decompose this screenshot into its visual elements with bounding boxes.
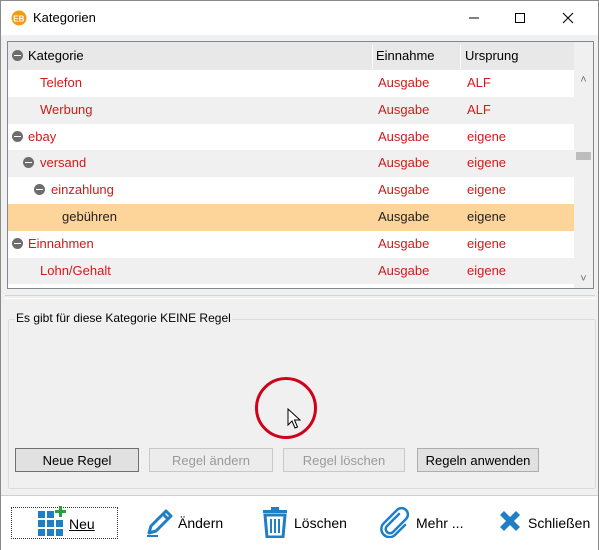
window-title: Kategorien xyxy=(33,10,96,25)
category-name: versand xyxy=(40,155,87,171)
more-button-label: Mehr ... xyxy=(416,515,464,531)
splitter[interactable] xyxy=(5,295,595,299)
pencil-icon xyxy=(147,509,173,537)
category-name: Telefon xyxy=(40,75,82,90)
category-name: Lohn/Gehalt xyxy=(40,262,111,278)
column-header-ursprung[interactable]: Ursprung xyxy=(465,42,518,70)
trash-icon xyxy=(263,507,287,538)
origin-cell: eigene xyxy=(467,182,507,198)
svg-text:EB: EB xyxy=(13,15,24,24)
type-cell: Ausgabe xyxy=(378,101,430,117)
collapse-icon[interactable] xyxy=(12,237,23,249)
scroll-thumb[interactable] xyxy=(576,152,591,160)
category-tree[interactable]: Kategorie Einnahme Ursprung Telefon Ausg… xyxy=(7,41,594,289)
type-cell: Ausgabe xyxy=(378,155,430,171)
close-x-icon xyxy=(500,511,520,531)
type-cell: Ausgabe xyxy=(378,235,430,251)
title-bar[interactable]: EB Kategorien xyxy=(1,1,598,35)
kategorien-window: EB Kategorien Kategorie Einnahme Ursprun… xyxy=(0,0,599,550)
edit-button-label: Ändern xyxy=(178,515,224,531)
category-name: gebühren xyxy=(62,208,117,224)
scroll-down-icon[interactable]: ˅ xyxy=(574,270,593,288)
vertical-scrollbar[interactable]: ˄ ˅ xyxy=(574,42,593,288)
origin-cell: ALF xyxy=(467,75,491,90)
minimize-icon xyxy=(469,17,479,19)
tree-row[interactable]: Lohn/Gehalt Ausgabe eigene xyxy=(8,257,574,285)
delete-button[interactable]: Löschen xyxy=(261,506,356,540)
close-button[interactable] xyxy=(545,1,591,35)
tree-row[interactable]: einzahlung Ausgabe eigene xyxy=(8,177,574,204)
tree-row[interactable]: Telefon Ausgabe ALF xyxy=(8,70,574,97)
rules-group-label: Es gibt für diese Kategorie KEINE Regel xyxy=(15,311,232,325)
type-cell: Ausgabe xyxy=(378,75,430,90)
type-cell: Ausgabe xyxy=(378,128,430,144)
scroll-up-icon[interactable]: ˄ xyxy=(574,71,593,89)
close-dialog-label: Schließen xyxy=(528,515,591,531)
new-button[interactable]: Neu xyxy=(11,506,118,539)
column-header-kategorie[interactable]: Kategorie xyxy=(28,42,84,70)
more-button[interactable]: Mehr ... xyxy=(379,506,474,540)
eb-logo-icon: EB xyxy=(11,10,27,26)
collapse-icon[interactable] xyxy=(23,157,34,169)
collapse-icon[interactable] xyxy=(34,184,45,196)
new-button-label: Neu xyxy=(69,516,95,532)
category-name: Einnahmen xyxy=(28,235,94,251)
edit-button[interactable]: Ändern xyxy=(144,506,234,540)
origin-cell: ALF xyxy=(467,101,491,117)
origin-cell: eigene xyxy=(467,262,507,278)
type-cell: Ausgabe xyxy=(378,208,430,224)
maximize-button[interactable] xyxy=(497,1,543,35)
origin-cell: eigene xyxy=(467,235,507,251)
tree-row[interactable]: versand Ausgabe eigene xyxy=(8,150,574,178)
tree-header: Kategorie Einnahme Ursprung xyxy=(8,42,574,70)
edit-rule-button[interactable]: Regel ändern xyxy=(149,448,273,472)
mouse-cursor-icon xyxy=(287,408,301,429)
type-cell: Ausgabe xyxy=(378,182,430,198)
close-icon xyxy=(562,12,574,24)
type-cell: Ausgabe xyxy=(378,262,430,278)
apply-rules-button[interactable]: Regeln anwenden xyxy=(417,448,539,472)
paperclip-icon xyxy=(380,506,410,538)
tree-row[interactable]: Werbung Ausgabe ALF xyxy=(8,96,574,124)
collapse-all-icon[interactable] xyxy=(12,50,23,61)
column-divider[interactable] xyxy=(372,45,373,69)
category-name: einzahlung xyxy=(51,182,114,198)
origin-cell: eigene xyxy=(467,128,507,144)
origin-cell: eigene xyxy=(467,155,507,171)
minimize-button[interactable] xyxy=(451,1,497,35)
new-rule-button[interactable]: Neue Regel xyxy=(15,448,139,472)
category-name: ebay xyxy=(28,128,57,144)
collapse-icon[interactable] xyxy=(12,130,23,142)
delete-button-label: Löschen xyxy=(294,515,347,531)
tree-row[interactable]: ebay Ausgabe eigene xyxy=(8,124,574,151)
column-divider[interactable] xyxy=(460,45,461,69)
tree-body: Telefon Ausgabe ALF Werbung Ausgabe ALF … xyxy=(8,70,574,285)
column-header-einnahme[interactable]: Einnahme xyxy=(376,42,435,70)
origin-cell: eigene xyxy=(467,208,507,224)
maximize-icon xyxy=(515,13,525,23)
category-name: Werbung xyxy=(40,101,93,117)
delete-rule-button[interactable]: Regel löschen xyxy=(283,448,405,472)
footer-toolbar: Neu Ändern Löschen Mehr ... Schließen xyxy=(1,495,598,550)
new-grid-icon xyxy=(38,506,66,536)
annotation-circle xyxy=(255,377,317,439)
tree-row[interactable]: Einnahmen Ausgabe eigene xyxy=(8,231,574,258)
tree-row-selected[interactable]: gebühren Ausgabe eigene xyxy=(8,203,574,231)
close-dialog-button[interactable]: Schließen xyxy=(497,506,592,540)
